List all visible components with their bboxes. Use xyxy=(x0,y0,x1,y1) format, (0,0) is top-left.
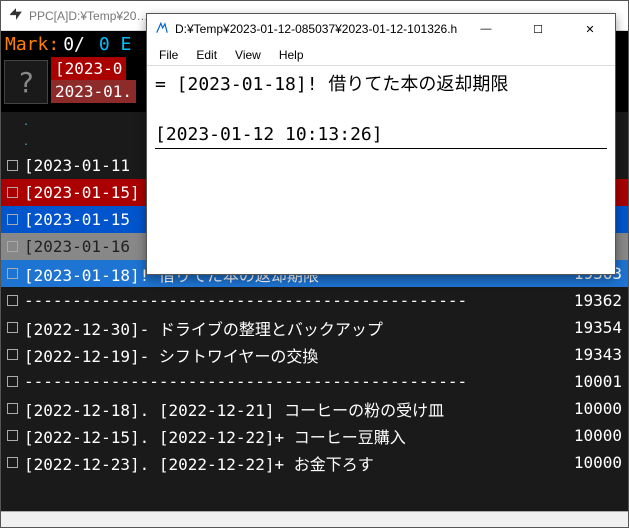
checkbox-icon[interactable] xyxy=(7,376,18,387)
list-item[interactable]: ----------------------------------------… xyxy=(1,287,628,314)
checkbox-icon[interactable] xyxy=(7,295,18,306)
file-thumbnail[interactable]: ? xyxy=(4,60,48,104)
list-item-text: [2022-12-23]. [2022-12-22]+ お金下ろす xyxy=(24,451,560,475)
list-item-number: 10000 xyxy=(566,426,622,445)
list-item-text: [2022-12-30]- ドライブの整理とバックアップ xyxy=(24,316,560,340)
editor-title-text: D:¥Temp¥2023-01-12-085037¥2023-01-12-101… xyxy=(175,22,457,36)
checkbox-icon[interactable] xyxy=(7,430,18,441)
list-item-text: ----------------------------------------… xyxy=(24,372,560,391)
list-item-number: 19343 xyxy=(566,345,622,364)
checkbox-icon[interactable] xyxy=(7,241,18,252)
editor-menubar: File Edit View Help xyxy=(147,44,615,66)
checkbox-icon[interactable] xyxy=(7,187,18,198)
list-item-number: 19362 xyxy=(566,291,622,310)
menu-edit[interactable]: Edit xyxy=(188,46,225,64)
thumb-line-1: [2023-0 xyxy=(51,57,126,80)
editor-line-1: = [2023-01-18]! 借りてた本の返却期限 xyxy=(155,72,607,97)
editor-titlebar[interactable]: D:¥Temp¥2023-01-12-085037¥2023-01-12-101… xyxy=(147,14,615,44)
app-icon xyxy=(9,7,23,24)
list-item[interactable]: [2022-12-18]. [2022-12-21] コーヒーの粉の受け皿 100… xyxy=(1,395,628,422)
maximize-button[interactable]: ☐ xyxy=(515,14,561,44)
checkbox-icon[interactable] xyxy=(7,322,18,333)
horizontal-scrollbar[interactable] xyxy=(1,511,628,527)
list-item-number: 19354 xyxy=(566,318,622,337)
thumb-line-2: 2023-01. xyxy=(51,80,136,103)
list-item-text: [2022-12-18]. [2022-12-21] コーヒーの粉の受け皿 xyxy=(24,397,560,421)
list-item[interactable]: [2022-12-23]. [2022-12-22]+ お金下ろす 10000 xyxy=(1,449,628,476)
mark-label: Mark: xyxy=(5,34,59,55)
checkbox-icon[interactable] xyxy=(7,268,18,279)
list-item-number: 10000 xyxy=(566,399,622,418)
menu-help[interactable]: Help xyxy=(271,46,312,64)
editor-line-2: [2023-01-12 10:13:26] xyxy=(155,122,607,148)
main-title-text: PPC[A]D:¥Temp¥20… xyxy=(29,9,148,23)
list-item-text: [2022-12-19]- シフトワイヤーの交換 xyxy=(24,343,560,367)
editor-window[interactable]: D:¥Temp¥2023-01-12-085037¥2023-01-12-101… xyxy=(146,13,616,275)
list-item[interactable]: ----------------------------------------… xyxy=(1,368,628,395)
document-icon xyxy=(155,21,169,38)
checkbox-icon[interactable] xyxy=(7,214,18,225)
checkbox-icon[interactable] xyxy=(7,403,18,414)
list-item-text: [2022-12-15]. [2022-12-22]+ コーヒー豆購入 xyxy=(24,424,560,448)
close-button[interactable]: ✕ xyxy=(567,14,613,44)
thumbnail-preview: [2023-0 2023-01. xyxy=(51,57,136,103)
checkbox-icon[interactable] xyxy=(7,160,18,171)
list-item[interactable]: [2022-12-30]- ドライブの整理とバックアップ 19354 xyxy=(1,314,628,341)
checkbox-icon[interactable] xyxy=(7,349,18,360)
list-item-text: ----------------------------------------… xyxy=(24,291,560,310)
list-item[interactable]: [2022-12-19]- シフトワイヤーの交換 19343 xyxy=(1,341,628,368)
minimize-button[interactable]: — xyxy=(463,14,509,44)
list-item-number: 10001 xyxy=(566,372,622,391)
list-item[interactable]: [2022-12-15]. [2022-12-22]+ コーヒー豆購入 10000 xyxy=(1,422,628,449)
list-item-number: 10000 xyxy=(566,453,622,472)
menu-file[interactable]: File xyxy=(151,46,186,64)
thumbnail-placeholder-icon: ? xyxy=(18,66,35,99)
checkbox-icon[interactable] xyxy=(7,457,18,468)
menu-view[interactable]: View xyxy=(227,46,269,64)
entry-count: 0 E xyxy=(99,34,132,55)
mark-value: 0/ xyxy=(63,34,85,55)
editor-body[interactable]: = [2023-01-18]! 借りてた本の返却期限 [2023-01-12 1… xyxy=(147,66,615,274)
